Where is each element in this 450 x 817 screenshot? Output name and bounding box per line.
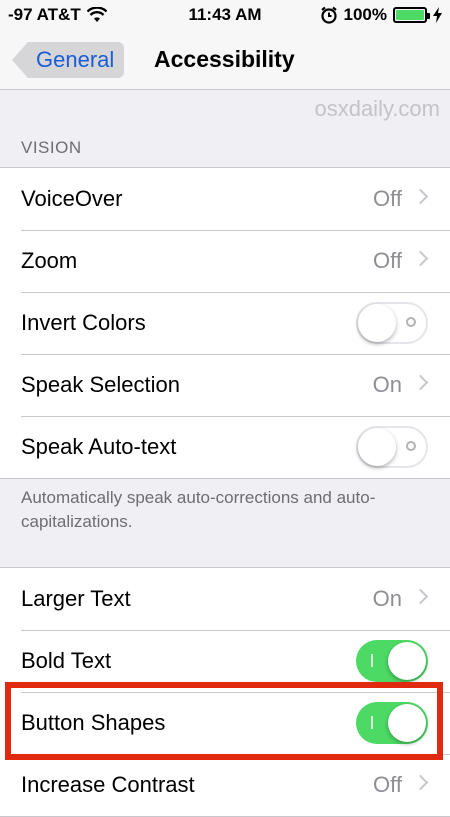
row-value: Off [373,772,402,797]
row-label: Invert Colors [21,310,146,335]
toggle-knob [388,642,426,680]
row-value: On [372,372,402,397]
speak-auto-text-toggle[interactable] [356,426,428,468]
page-title: Accessibility [154,46,295,72]
row-button-shapes: Button Shapes [0,692,450,754]
button-shapes-toggle[interactable] [356,702,428,744]
alarm-icon [320,6,338,24]
toggle-knob [358,304,396,342]
battery-icon [393,7,430,23]
section-header-vision: VISION [21,138,82,157]
row-label: Speak Selection [21,372,180,397]
row-label: Larger Text [21,586,131,611]
status-right: 100% [320,5,442,25]
toggle-off-mark [406,317,416,327]
battery-fill [396,10,424,20]
vision-footer-note: Automatically speak auto-corrections and… [21,488,376,531]
chevron-right-icon [412,774,429,791]
charging-icon [433,7,442,23]
chevron-right-icon [412,588,429,605]
row-value: Off [373,248,402,273]
chevron-right-icon [412,250,429,267]
row-speak-selection[interactable]: Speak Selection On [0,354,450,416]
chevron-right-icon [412,374,429,391]
row-label: Bold Text [21,648,112,673]
navigation-bar: General Accessibility [0,30,450,90]
back-arrow-icon [12,42,28,78]
battery-percent: 100% [343,5,387,24]
row-speak-auto-text: Speak Auto-text [0,416,450,478]
invert-colors-toggle[interactable] [356,302,428,344]
row-bold-text: Bold Text [0,630,450,692]
row-zoom[interactable]: Zoom Off [0,230,450,292]
row-label: Button Shapes [21,710,166,735]
chevron-right-icon [412,188,429,205]
row-label: Speak Auto-text [21,434,177,459]
row-label: Increase Contrast [21,772,195,797]
toggle-knob [388,704,426,742]
toggle-on-mark [371,716,373,729]
toggle-knob [358,428,396,466]
row-invert-colors: Invert Colors [0,292,450,354]
back-button[interactable]: General [12,42,125,78]
vision-group: VoiceOver Off Zoom Off Invert Colors Spe… [0,167,450,479]
toggle-off-mark [406,441,416,451]
status-bar: -97 AT&T 11:43 AM 100% [0,0,450,30]
row-label: VoiceOver [21,186,123,211]
row-voiceover[interactable]: VoiceOver Off [0,168,450,230]
row-larger-text[interactable]: Larger Text On [0,568,450,630]
watermark: osxdaily.com [314,96,440,121]
row-value: On [372,586,402,611]
bold-text-toggle[interactable] [356,640,428,682]
row-label: Zoom [21,248,78,273]
toggle-on-mark [371,654,373,667]
row-value: Off [373,186,402,211]
back-button-label: General [28,42,125,78]
row-increase-contrast[interactable]: Increase Contrast Off [0,754,450,816]
text-group: Larger Text On Bold Text Button Shapes I… [0,567,450,817]
